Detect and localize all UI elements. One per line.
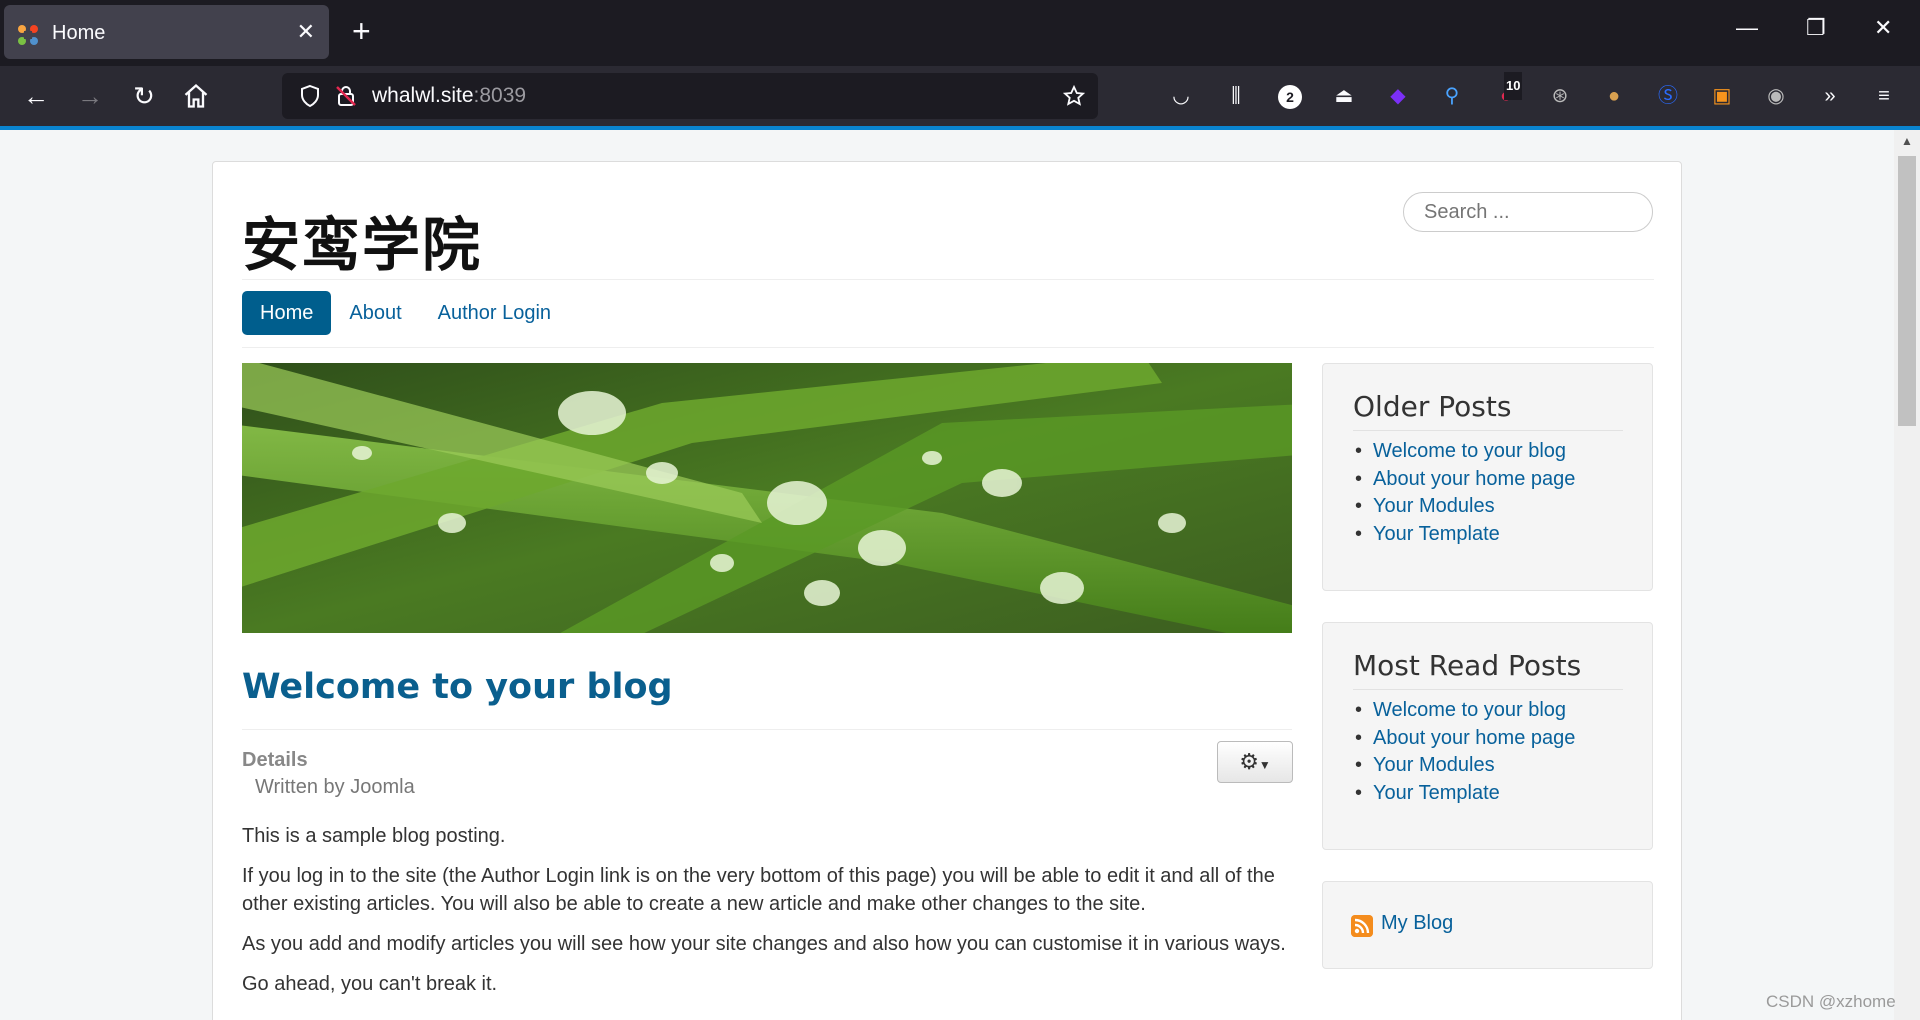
main-menu: Home About Author Login xyxy=(242,291,569,335)
layers-extension-icon[interactable]: ◆ xyxy=(1384,82,1412,110)
most-read-link[interactable]: Your Modules xyxy=(1353,752,1575,780)
older-posts-module: Older Posts Welcome to your blog About y… xyxy=(1322,363,1653,591)
most-read-title: Most Read Posts xyxy=(1353,649,1582,682)
watermark: CSDN @xzhome xyxy=(1766,992,1896,1011)
banner-image xyxy=(242,363,1292,633)
gear-icon: ⚙ xyxy=(1239,749,1259,774)
address-bar[interactable]: whalwl.site:8039 xyxy=(282,73,1098,119)
notification-badge-icon[interactable]: 2 xyxy=(1276,82,1304,110)
globe-extension-icon[interactable]: ⊛ xyxy=(1546,82,1574,110)
article-paragraph-3: As you add and modify articles you will … xyxy=(242,933,1286,955)
url-port: :8039 xyxy=(473,84,527,107)
counter-extension-icon[interactable]: ● 10 xyxy=(1492,72,1523,110)
site-container: 安鸾学院 Home About Author Login xyxy=(212,161,1682,1020)
feed-link[interactable]: My Blog xyxy=(1381,912,1453,935)
restore-icon[interactable]: ❐ xyxy=(1806,14,1826,42)
notification-count: 2 xyxy=(1278,85,1302,109)
article-paragraph-1: This is a sample blog posting. xyxy=(242,825,506,847)
most-read-link[interactable]: Welcome to your blog xyxy=(1353,697,1575,725)
cookie-extension-icon[interactable]: ● xyxy=(1600,82,1628,110)
article-divider xyxy=(242,729,1292,730)
article-author: Written by Joomla xyxy=(255,776,415,798)
most-read-module: Most Read Posts Welcome to your blog Abo… xyxy=(1322,622,1653,850)
menu-divider xyxy=(242,347,1654,348)
shield-icon[interactable] xyxy=(298,84,322,108)
most-read-link[interactable]: Your Template xyxy=(1353,780,1575,808)
article-paragraph-2: If you log in to the site (the Author Lo… xyxy=(242,865,1275,915)
bookmark-star-icon[interactable] xyxy=(1062,84,1086,108)
article-title[interactable]: Welcome to your blog xyxy=(242,667,673,707)
older-posts-title: Older Posts xyxy=(1353,390,1512,423)
header-divider xyxy=(242,279,1654,280)
s-extension-icon[interactable]: Ⓢ xyxy=(1654,82,1682,110)
pin-extension-icon[interactable]: ⚲ xyxy=(1438,82,1466,110)
older-posts-divider xyxy=(1353,430,1623,431)
new-tab-icon[interactable]: + xyxy=(352,13,371,49)
older-post-link[interactable]: Welcome to your blog xyxy=(1353,438,1575,466)
forward-icon[interactable]: → xyxy=(74,80,106,112)
browser-tab-bar: Home ✕ + — ❐ ✕ xyxy=(0,0,1920,66)
overflow-chevrons-icon[interactable]: » xyxy=(1816,82,1844,110)
page-scrollbar[interactable]: ▲ xyxy=(1894,130,1920,1020)
rss-feed-icon[interactable] xyxy=(1351,915,1373,937)
library-icon[interactable]: ⫼ xyxy=(1222,82,1250,110)
home-icon[interactable] xyxy=(182,82,210,110)
browser-tab-home[interactable]: Home ✕ xyxy=(4,5,329,59)
older-post-link[interactable]: Your Template xyxy=(1353,521,1575,549)
article-tools-button[interactable]: ⚙▼ xyxy=(1217,741,1293,783)
menu-hamburger-icon[interactable]: ≡ xyxy=(1870,82,1898,110)
insecure-lock-icon[interactable] xyxy=(334,84,358,108)
minimize-icon[interactable]: — xyxy=(1736,14,1758,42)
caret-down-icon: ▼ xyxy=(1258,758,1271,772)
menu-item-about[interactable]: About xyxy=(331,291,419,335)
back-icon[interactable]: ← xyxy=(20,80,52,112)
older-post-link[interactable]: About your home page xyxy=(1353,466,1575,494)
feed-module: My Blog xyxy=(1322,881,1653,969)
menu-item-home[interactable]: Home xyxy=(242,291,332,335)
joomla-favicon-icon xyxy=(18,25,38,45)
url-text[interactable]: whalwl.site:8039 xyxy=(372,84,526,108)
scroll-thumb[interactable] xyxy=(1898,156,1916,426)
search-input[interactable] xyxy=(1403,192,1653,232)
reload-icon[interactable]: ↻ xyxy=(128,80,160,112)
pocket-icon[interactable]: ◡ xyxy=(1167,82,1195,110)
article-paragraph-4: Go ahead, you can't break it. xyxy=(242,973,498,995)
circle-extension-icon[interactable]: ◉ xyxy=(1762,82,1790,110)
tab-title: Home xyxy=(52,22,106,44)
menu-item-author-login[interactable]: Author Login xyxy=(420,291,569,335)
most-read-divider xyxy=(1353,689,1623,690)
ip-extension-icon[interactable]: ▣ xyxy=(1708,82,1736,110)
hat-extension-icon[interactable]: ⏏ xyxy=(1330,82,1358,110)
url-host: whalwl.site xyxy=(372,84,474,107)
site-brand[interactable]: 安鸾学院 xyxy=(242,198,482,282)
close-window-icon[interactable]: ✕ xyxy=(1874,14,1892,42)
older-post-link[interactable]: Your Modules xyxy=(1353,493,1575,521)
older-posts-list: Welcome to your blog About your home pag… xyxy=(1353,438,1575,548)
tab-close-icon[interactable]: ✕ xyxy=(297,18,315,46)
most-read-link[interactable]: About your home page xyxy=(1353,725,1575,753)
page-viewport: 安鸾学院 Home About Author Login xyxy=(0,130,1920,1020)
details-label: Details xyxy=(242,749,308,771)
browser-toolbar: ← → ↻ whalwl.site:8039 ◡ ⫼ 2 ⏏ ◆ ⚲ ● 10 … xyxy=(0,66,1920,126)
most-read-list: Welcome to your blog About your home pag… xyxy=(1353,697,1575,807)
extension-count: 10 xyxy=(1504,72,1523,100)
scroll-up-icon[interactable]: ▲ xyxy=(1894,130,1920,152)
